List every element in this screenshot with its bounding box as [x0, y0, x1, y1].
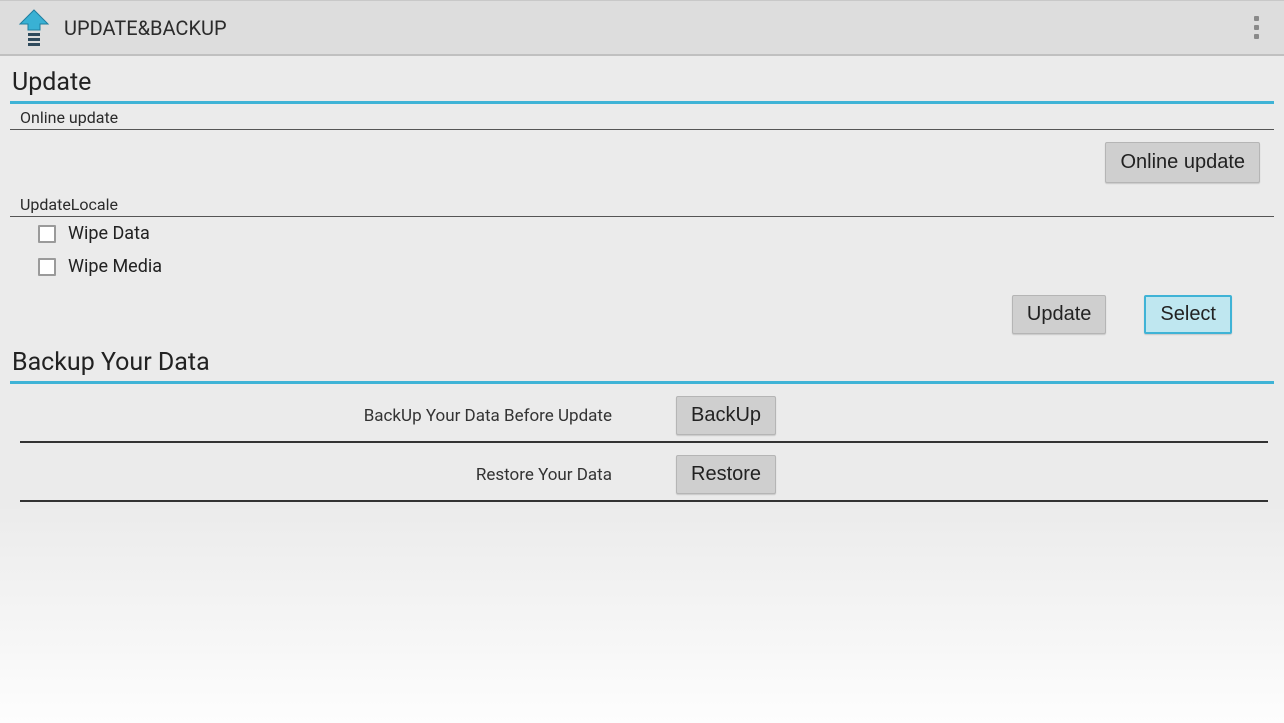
restore-button[interactable]: Restore: [676, 455, 776, 494]
restore-label: Restore Your Data: [20, 465, 676, 485]
wipe-media-row: Wipe Media: [10, 250, 1278, 283]
background-gradient: [0, 503, 1284, 723]
backup-section-title: Backup Your Data: [10, 348, 1278, 377]
online-update-button[interactable]: Online update: [1105, 142, 1260, 183]
app-title: UPDATE&BACKUP: [64, 16, 227, 40]
update-section-title: Update: [10, 68, 1278, 97]
content-area: Update Online update Online update Updat…: [0, 56, 1284, 502]
online-update-subheading: Online update: [10, 106, 1278, 127]
divider: [10, 381, 1274, 384]
divider: [20, 500, 1268, 502]
backup-before-update-label: BackUp Your Data Before Update: [20, 406, 676, 426]
wipe-data-label: Wipe Data: [68, 223, 150, 244]
update-button[interactable]: Update: [1012, 295, 1107, 334]
wipe-data-row: Wipe Data: [10, 217, 1278, 250]
app-icon: [14, 8, 54, 48]
divider: [20, 441, 1268, 443]
overflow-menu-button[interactable]: [1236, 8, 1276, 48]
wipe-data-checkbox[interactable]: [38, 225, 56, 243]
divider: [10, 101, 1274, 104]
overflow-icon: [1254, 14, 1259, 41]
wipe-media-checkbox[interactable]: [38, 258, 56, 276]
action-bar: UPDATE&BACKUP: [0, 0, 1284, 56]
update-locale-subheading: UpdateLocale: [10, 193, 1278, 214]
backup-button[interactable]: BackUp: [676, 396, 776, 435]
select-button[interactable]: Select: [1144, 295, 1232, 334]
wipe-media-label: Wipe Media: [68, 256, 162, 277]
